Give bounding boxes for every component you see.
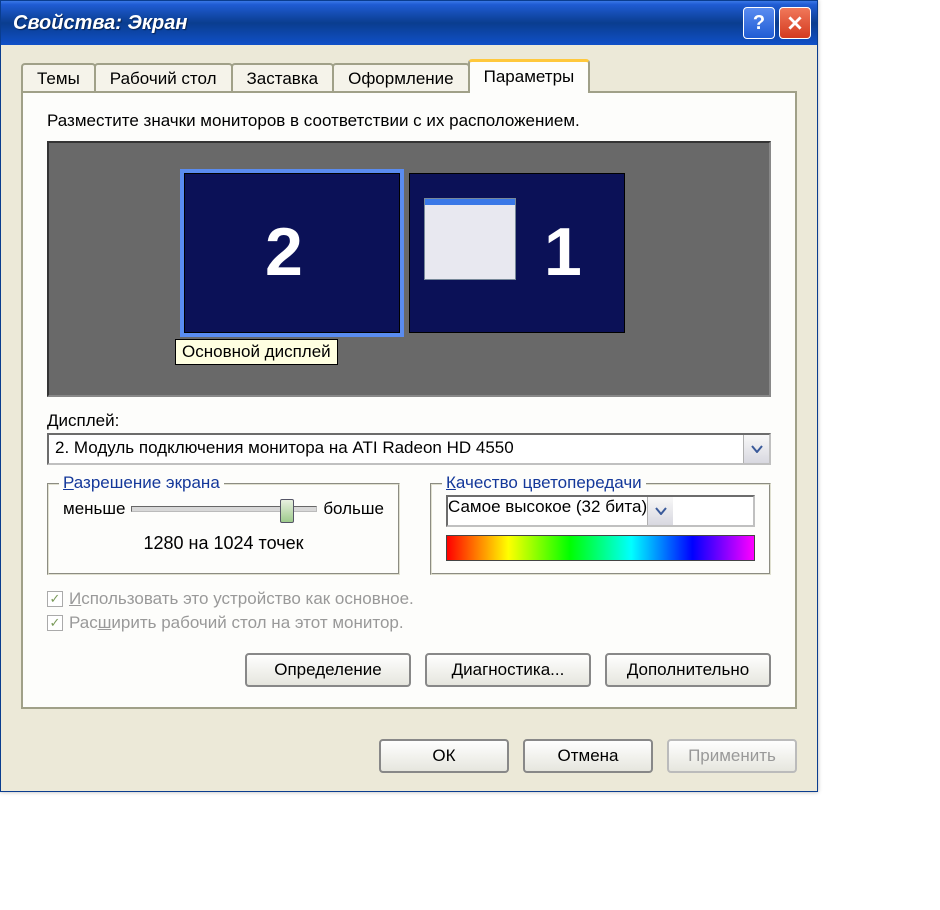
titlebar[interactable]: Свойства: Экран ? xyxy=(1,1,817,45)
checkbox-extend-label: Расширить рабочий стол на этот монитор. xyxy=(69,613,404,633)
tab-themes[interactable]: Темы xyxy=(21,63,96,93)
color-select[interactable]: Самое высокое (32 бита) xyxy=(446,495,755,527)
color-legend: Качество цветопередачи xyxy=(442,473,646,493)
panel-buttons: Определение Диагностика... Дополнительно xyxy=(47,653,771,687)
color-select-value: Самое высокое (32 бита) xyxy=(448,497,647,525)
advanced-button[interactable]: Дополнительно xyxy=(605,653,771,687)
monitor-2[interactable]: 2 xyxy=(184,173,400,333)
resolution-legend: Разрешение экрана xyxy=(59,473,224,493)
display-label: Дисплей: xyxy=(47,411,771,431)
resolution-value: 1280 на 1024 точек xyxy=(63,533,384,554)
monitor-1-thumb-icon xyxy=(424,198,516,280)
slider-less-label: меньше xyxy=(63,499,125,519)
resolution-group: Разрешение экрана меньше больше 1280 на … xyxy=(47,483,400,575)
tab-desktop[interactable]: Рабочий стол xyxy=(94,63,233,93)
monitor-tooltip: Основной дисплей xyxy=(175,339,338,365)
help-button[interactable]: ? xyxy=(743,7,775,39)
color-quality-group: Качество цветопередачи Самое высокое (32… xyxy=(430,483,771,575)
display-select[interactable]: 2. Модуль подключения монитора на ATI Ra… xyxy=(47,433,771,465)
resolution-slider[interactable] xyxy=(131,506,317,512)
monitor-1[interactable]: 1 xyxy=(409,173,625,333)
settings-groups: Разрешение экрана меньше больше 1280 на … xyxy=(47,483,771,575)
resolution-slider-row: меньше больше xyxy=(63,499,384,519)
display-properties-window: Свойства: Экран ? Темы Рабочий стол Заст… xyxy=(0,0,818,792)
slider-thumb[interactable] xyxy=(280,499,294,523)
ok-button[interactable]: ОК xyxy=(379,739,509,773)
monitor-arrange-area[interactable]: 2 1 Основной дисплей xyxy=(47,141,771,397)
tab-settings[interactable]: Параметры xyxy=(468,59,591,93)
display-select-value: 2. Модуль подключения монитора на ATI Ra… xyxy=(49,435,743,463)
checkbox-icon: ✓ xyxy=(47,591,63,607)
settings-panel: Разместите значки мониторов в соответств… xyxy=(21,91,797,709)
window-title: Свойства: Экран xyxy=(13,12,739,35)
monitor-2-number: 2 xyxy=(265,218,303,286)
dialog-buttons: ОК Отмена Применить xyxy=(1,725,817,791)
dropdown-icon[interactable] xyxy=(647,497,673,525)
instruction-text: Разместите значки мониторов в соответств… xyxy=(47,111,771,131)
client-area: Темы Рабочий стол Заставка Оформление Па… xyxy=(1,45,817,725)
apply-button: Применить xyxy=(667,739,797,773)
tab-screensaver[interactable]: Заставка xyxy=(231,63,335,93)
tab-appearance[interactable]: Оформление xyxy=(332,63,470,93)
cancel-button[interactable]: Отмена xyxy=(523,739,653,773)
checkbox-area: ✓ Использовать это устройство как основн… xyxy=(47,589,771,633)
color-spectrum-icon xyxy=(446,535,755,561)
checkbox-primary: ✓ Использовать это устройство как основн… xyxy=(47,589,771,609)
troubleshoot-button[interactable]: Диагностика... xyxy=(425,653,591,687)
monitor-1-number: 1 xyxy=(544,218,582,286)
dropdown-icon[interactable] xyxy=(743,435,769,463)
slider-more-label: больше xyxy=(323,499,384,519)
identify-button[interactable]: Определение xyxy=(245,653,411,687)
close-button[interactable] xyxy=(779,7,811,39)
tab-strip: Темы Рабочий стол Заставка Оформление Па… xyxy=(21,59,797,93)
checkbox-primary-label: Использовать это устройство как основное… xyxy=(69,589,414,609)
checkbox-extend: ✓ Расширить рабочий стол на этот монитор… xyxy=(47,613,771,633)
checkbox-icon: ✓ xyxy=(47,615,63,631)
